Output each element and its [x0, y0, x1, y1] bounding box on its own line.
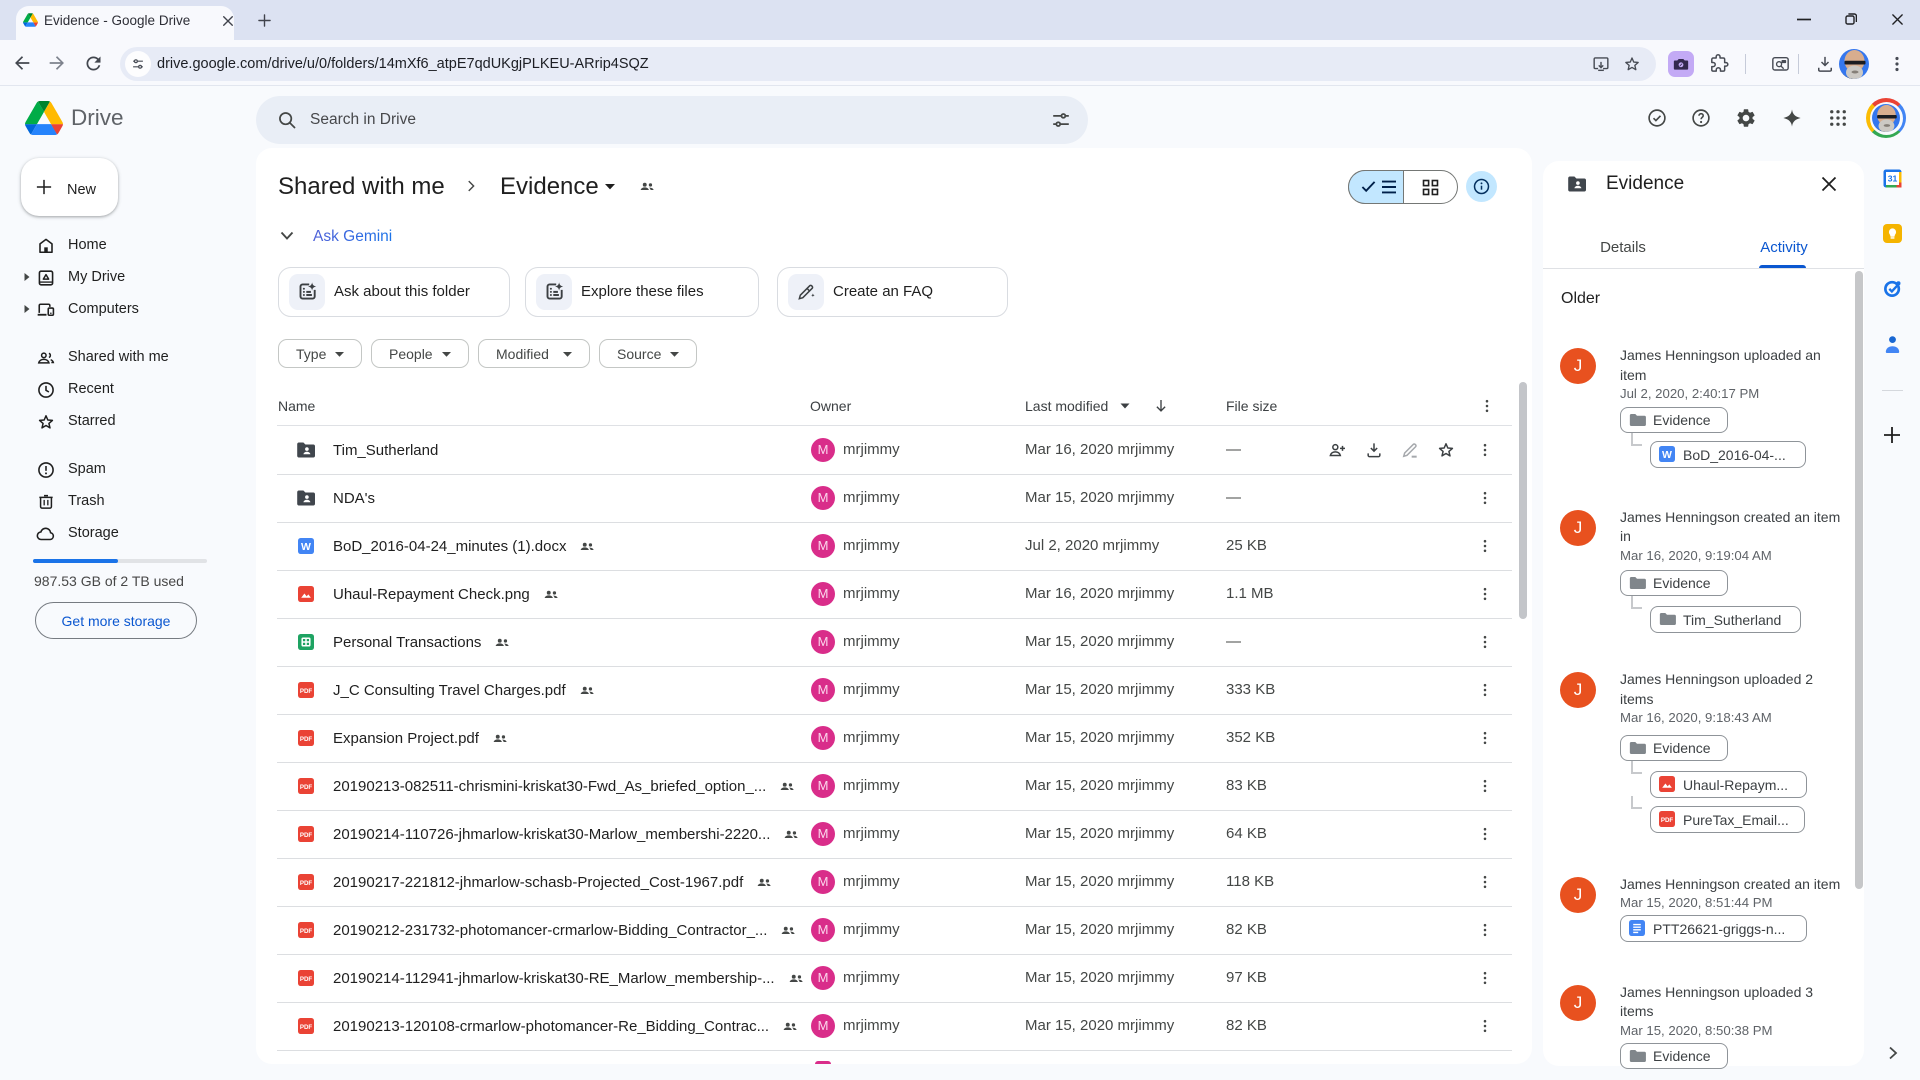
svg-text:31: 31: [1888, 174, 1898, 184]
svg-text:PDF: PDF: [300, 688, 313, 695]
svg-text:W: W: [1662, 449, 1672, 461]
svg-text:W: W: [301, 541, 311, 553]
svg-text:PDF: PDF: [300, 976, 313, 983]
svg-text:PDF: PDF: [300, 928, 313, 935]
svg-text:PDF: PDF: [300, 832, 313, 839]
svg-text:PDF: PDF: [1661, 817, 1674, 824]
svg-text:PDF: PDF: [300, 1024, 313, 1031]
svg-text:PDF: PDF: [300, 736, 313, 743]
svg-text:PDF: PDF: [300, 880, 313, 887]
svg-text:PDF: PDF: [300, 784, 313, 791]
